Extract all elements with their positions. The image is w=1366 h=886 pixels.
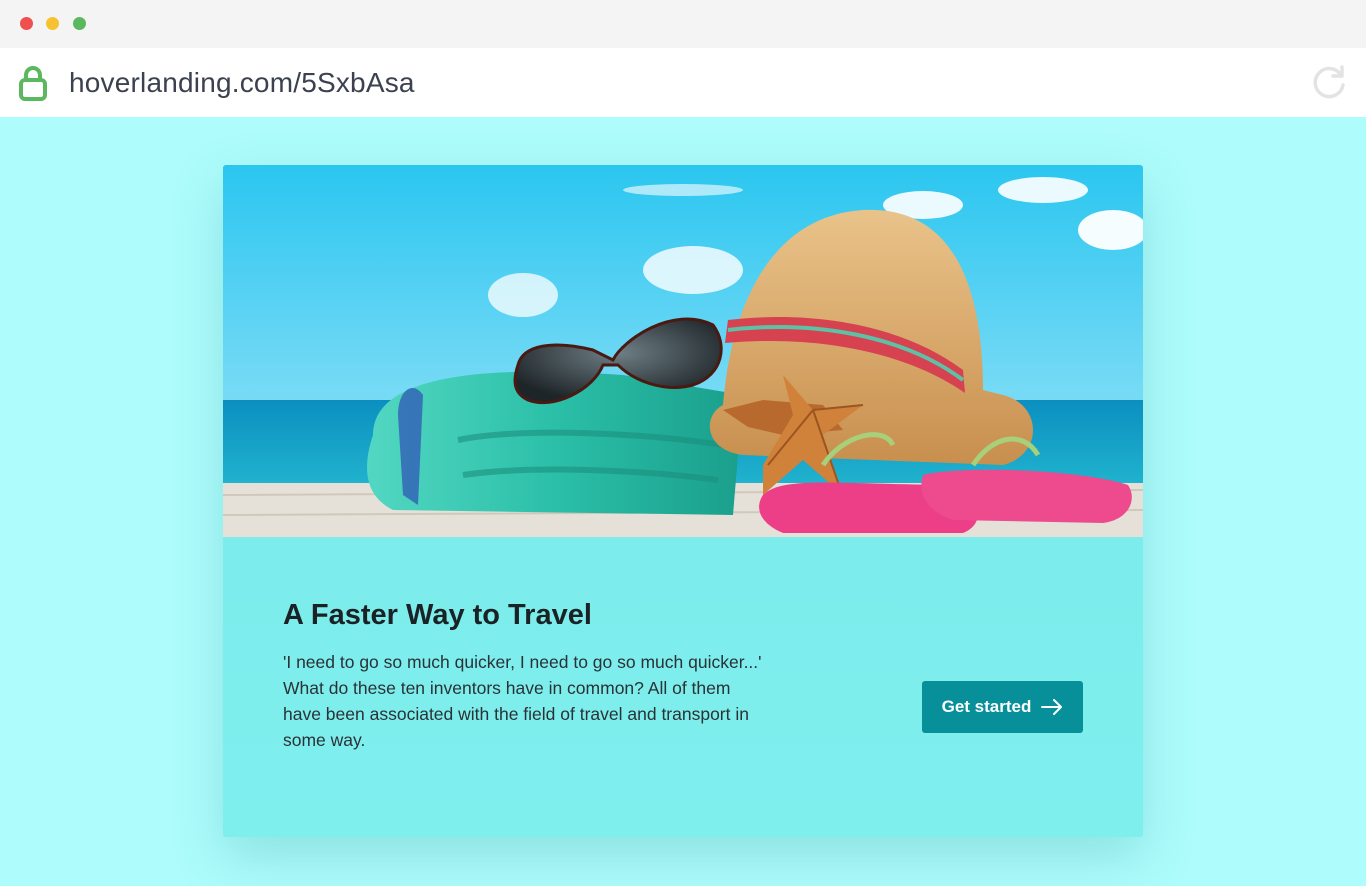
address-bar: hoverlanding.com/5SxbAsa: [0, 48, 1366, 117]
get-started-button[interactable]: Get started: [922, 681, 1083, 733]
reload-icon[interactable]: [1309, 63, 1349, 103]
feature-card: A Faster Way to Travel 'I need to go so …: [223, 165, 1143, 837]
minimize-window-button[interactable]: [46, 17, 59, 30]
page-viewport: A Faster Way to Travel 'I need to go so …: [0, 117, 1366, 886]
card-description: 'I need to go so much quicker, I need to…: [283, 652, 762, 750]
card-title: A Faster Way to Travel: [283, 599, 592, 631]
maximize-window-button[interactable]: [73, 17, 86, 30]
title-bar: [0, 0, 1366, 48]
arrow-right-icon: [1041, 699, 1063, 715]
card-content: A Faster Way to Travel 'I need to go so …: [223, 537, 1143, 837]
browser-window: hoverlanding.com/5SxbAsa A Faster Way to…: [0, 0, 1366, 886]
close-window-button[interactable]: [20, 17, 33, 30]
lock-icon: [19, 66, 47, 101]
beach-accessories-image: [223, 165, 1143, 537]
get-started-label: Get started: [941, 697, 1032, 716]
url-text[interactable]: hoverlanding.com/5SxbAsa: [69, 66, 415, 100]
